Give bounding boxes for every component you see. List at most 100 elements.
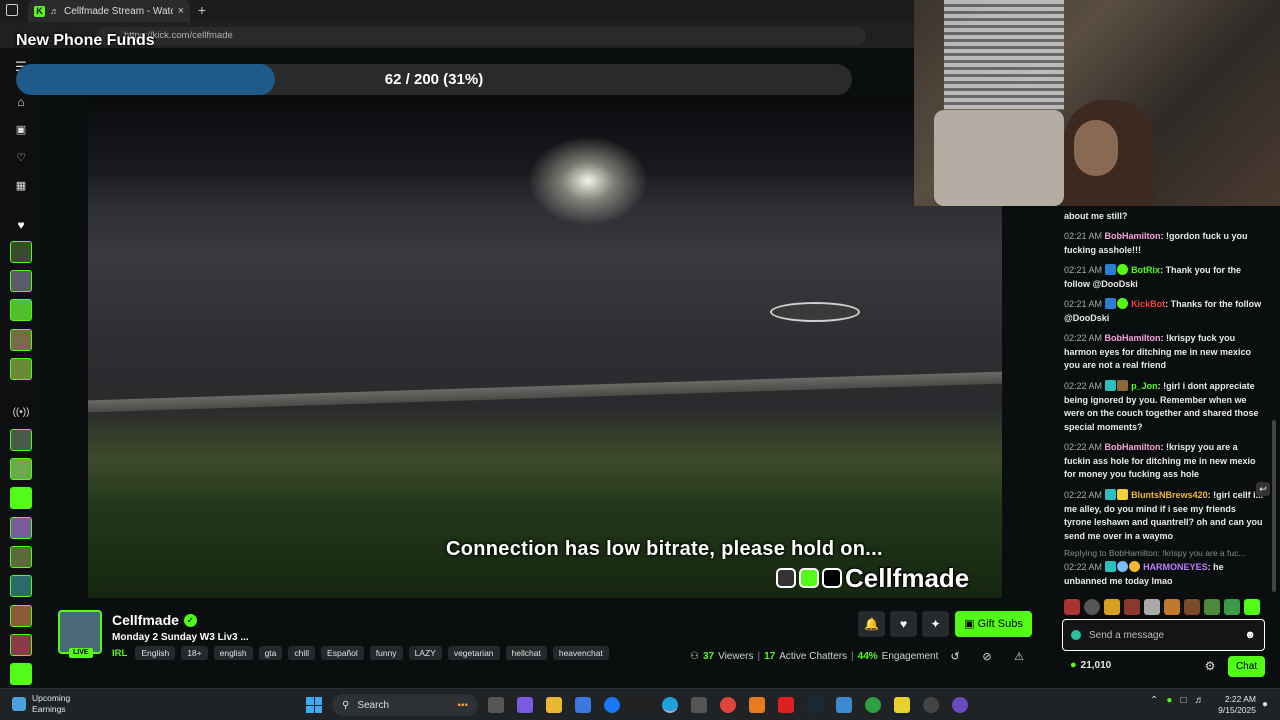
tag-chip[interactable]: chill xyxy=(288,646,316,660)
recommended-channel-avatar[interactable] xyxy=(10,634,32,656)
calculator-icon[interactable] xyxy=(691,697,707,713)
chat-username[interactable]: BobHamilton xyxy=(1105,333,1161,343)
share-icon[interactable]: ↺ xyxy=(948,650,962,664)
tag-chip[interactable]: 18+ xyxy=(181,646,208,660)
emote-icon[interactable] xyxy=(1124,599,1140,615)
chat-username[interactable]: KickBot xyxy=(1131,299,1165,309)
tag-chip[interactable]: gta xyxy=(258,646,283,660)
followed-channel-avatar[interactable] xyxy=(10,241,32,263)
new-tab-button[interactable]: + xyxy=(194,2,210,18)
following-icon[interactable]: ♡ xyxy=(12,148,30,166)
emote-icon[interactable] xyxy=(1164,599,1180,615)
tag-chip[interactable]: LAZY xyxy=(408,646,442,660)
hide-icon[interactable]: ⊘ xyxy=(980,650,994,664)
channel-name[interactable]: Cellfmade ✓ xyxy=(112,612,197,628)
tag-chip[interactable]: funny xyxy=(369,646,403,660)
tag-chip[interactable]: vegetarian xyxy=(447,646,500,660)
tray-chevron-icon[interactable]: ⌃ xyxy=(1150,695,1158,706)
recommended-channel-avatar[interactable] xyxy=(10,458,32,480)
tray-app-icon[interactable]: ● xyxy=(1166,695,1172,706)
categories-icon[interactable]: ▦ xyxy=(12,176,30,194)
taskbar-search[interactable]: ⚲ Search ▪▪▪ xyxy=(332,694,478,716)
facebook-icon[interactable] xyxy=(604,697,620,713)
amazon-icon[interactable] xyxy=(633,697,649,713)
youtube-icon[interactable] xyxy=(778,697,794,713)
followed-channel-avatar[interactable] xyxy=(10,329,32,351)
reply-preview[interactable]: Replying to BobHamilton: !krispy you are… xyxy=(1064,548,1264,558)
followed-channel-avatar[interactable] xyxy=(10,358,32,380)
notification-center-icon[interactable]: ● xyxy=(1262,699,1272,711)
emote-icon[interactable] xyxy=(1144,599,1160,615)
emote-icon[interactable] xyxy=(1204,599,1220,615)
reply-arrow-icon[interactable]: ↩ xyxy=(1256,482,1270,496)
speaker-icon[interactable]: ♬ xyxy=(50,6,59,16)
chat-username[interactable]: BluntsNBrews420 xyxy=(1131,490,1208,500)
chrome-icon[interactable] xyxy=(720,697,736,713)
emote-icon[interactable] xyxy=(1184,599,1200,615)
news-widget[interactable]: Upcoming Earnings xyxy=(12,693,70,715)
window-menu-icon[interactable] xyxy=(6,4,18,16)
notes-icon[interactable] xyxy=(894,697,910,713)
file-explorer-icon[interactable] xyxy=(546,697,562,713)
video-player[interactable] xyxy=(88,96,1002,598)
url-field[interactable]: https://kick.com/cellfmade xyxy=(96,27,866,45)
chat-settings-gear-icon[interactable]: ⚙ xyxy=(1202,658,1218,674)
gift-subs-button[interactable]: ▣ Gift Subs xyxy=(955,611,1032,637)
close-tab-icon[interactable]: × xyxy=(178,5,184,17)
tag-chip[interactable]: English xyxy=(135,646,176,660)
emote-icon[interactable] xyxy=(1064,599,1080,615)
notifications-bell-icon[interactable]: 🔔 xyxy=(858,611,885,637)
followed-channel-avatar[interactable] xyxy=(10,299,32,321)
chat-username[interactable]: BobHamilton xyxy=(1105,231,1161,241)
xbox-icon[interactable] xyxy=(865,697,881,713)
send-chat-button[interactable]: Chat xyxy=(1228,656,1265,677)
edge-icon[interactable] xyxy=(662,697,678,713)
browser-tab[interactable]: K ♬ Cellfmade Stream - Watch Li × xyxy=(28,0,190,22)
recommended-channel-avatar[interactable] xyxy=(10,663,32,685)
store-icon[interactable] xyxy=(575,697,591,713)
vlc-icon[interactable] xyxy=(749,697,765,713)
category-link[interactable]: IRL xyxy=(112,648,127,659)
chat-username[interactable]: p_Jon xyxy=(1131,381,1158,391)
chat-username[interactable]: BotRix xyxy=(1131,265,1160,275)
taskbar-clock[interactable]: 2:22 AM 9/15/2025 xyxy=(1208,694,1256,716)
tag-chip[interactable]: Español xyxy=(321,646,364,660)
chat-username[interactable]: BobHamilton xyxy=(1105,442,1161,452)
app-circle-icon[interactable] xyxy=(952,697,968,713)
emoji-icon[interactable]: ☻ xyxy=(1244,629,1256,641)
emote-icon[interactable] xyxy=(1104,599,1120,615)
emote-icon[interactable] xyxy=(1244,599,1260,615)
chat-identity-icon[interactable] xyxy=(1071,630,1081,640)
tag-chip[interactable]: hellchat xyxy=(505,646,547,660)
browse-icon[interactable]: ▣ xyxy=(12,120,30,138)
home-icon[interactable]: ⌂ xyxy=(12,93,30,111)
recommended-channel-avatar[interactable] xyxy=(10,546,32,568)
copilot-icon[interactable] xyxy=(517,697,533,713)
tag-chip[interactable]: english xyxy=(213,646,253,660)
chat-timestamp: 02:22 AM xyxy=(1064,381,1103,391)
chat-username[interactable]: HARMONEYES xyxy=(1143,562,1208,572)
steam-icon[interactable] xyxy=(807,697,823,713)
recommended-channel-avatar[interactable] xyxy=(10,487,32,509)
emote-icon[interactable] xyxy=(1224,599,1240,615)
emote-icon[interactable] xyxy=(1084,599,1100,615)
recommended-channel-avatar[interactable] xyxy=(10,517,32,539)
followed-channel-avatar[interactable] xyxy=(10,270,32,292)
report-icon[interactable]: ⚠ xyxy=(1012,650,1026,664)
recommended-channel-avatar[interactable] xyxy=(10,575,32,597)
sparkle-icon[interactable]: ✦ xyxy=(922,611,949,637)
task-view-icon[interactable] xyxy=(488,697,504,713)
volume-icon[interactable]: ♬ xyxy=(1194,695,1204,706)
obs-icon[interactable] xyxy=(923,697,939,713)
tag-chip[interactable]: heavenchat xyxy=(552,646,609,660)
chat-message-input[interactable] xyxy=(1089,629,1237,641)
display-icon[interactable]: □ xyxy=(1180,695,1186,706)
recommended-channel-avatar[interactable] xyxy=(10,429,32,451)
chat-input-box[interactable]: ☻ xyxy=(1062,619,1265,651)
channel-points[interactable]: ● 21,010 xyxy=(1070,659,1111,671)
chat-scrollbar[interactable] xyxy=(1272,420,1276,592)
start-button[interactable] xyxy=(306,697,322,713)
follow-heart-icon[interactable]: ♥ xyxy=(890,611,917,637)
recommended-channel-avatar[interactable] xyxy=(10,605,32,627)
app-icon[interactable] xyxy=(836,697,852,713)
